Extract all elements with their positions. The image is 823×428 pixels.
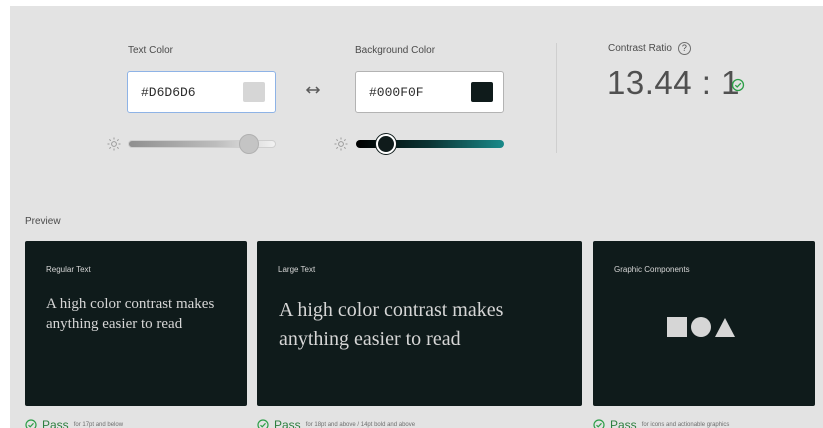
result-large: Pass for 18pt and above / 14pt bold and … <box>257 418 415 428</box>
preview-card-large: Large Text A high color contrast makes a… <box>257 241 582 406</box>
card-body-text: A high color contrast makes anything eas… <box>279 299 504 350</box>
check-circle-icon <box>25 419 37 428</box>
preview-card-regular: Regular Text A high color contrast makes… <box>25 241 247 406</box>
help-icon[interactable]: ? <box>677 42 691 55</box>
graphic-shapes <box>667 317 735 337</box>
result-status: Pass <box>42 418 69 428</box>
text-color-hex[interactable]: #D6D6D6 <box>141 85 243 100</box>
text-color-swatch[interactable] <box>243 82 265 102</box>
result-note: for icons and actionable graphics <box>641 422 730 428</box>
brightness-icon <box>107 137 121 151</box>
background-color-label: Background Color <box>355 45 436 56</box>
result-note: for 17pt and below <box>73 422 124 428</box>
card-body-text: A high color contrast makes anything eas… <box>46 296 215 332</box>
background-color-input[interactable]: #000F0F <box>355 71 504 113</box>
section-divider <box>556 43 557 153</box>
background-brightness-thumb[interactable] <box>375 134 396 154</box>
result-regular: Pass for 17pt and below <box>25 418 123 428</box>
background-brightness-slider[interactable] <box>356 132 504 156</box>
triangle-shape <box>715 317 735 337</box>
preview-card-graphic: Graphic Components <box>593 241 815 406</box>
contrast-ratio-label-text: Contrast Ratio <box>608 43 672 54</box>
text-color-label: Text Color <box>128 45 174 56</box>
background-color-swatch[interactable] <box>471 82 493 102</box>
card-title: Regular Text <box>46 265 91 274</box>
result-graphic: Pass for icons and actionable graphics <box>593 418 729 428</box>
contrast-ratio-value: 13.44 : 1 <box>607 64 740 101</box>
result-status: Pass <box>610 418 637 428</box>
swap-colors-icon[interactable] <box>304 83 322 97</box>
check-circle-icon <box>257 419 269 428</box>
card-title: Large Text <box>278 265 316 274</box>
text-brightness-slider[interactable] <box>128 132 276 156</box>
text-color-input[interactable]: #D6D6D6 <box>127 71 276 113</box>
brightness-icon <box>334 137 348 151</box>
result-status: Pass <box>274 418 301 428</box>
circle-shape <box>691 317 711 337</box>
preview-label: Preview <box>25 216 61 227</box>
check-circle-icon <box>731 78 745 92</box>
card-title: Graphic Components <box>614 265 690 274</box>
square-shape <box>667 317 687 337</box>
contrast-ratio-label: Contrast Ratio ? <box>608 42 691 55</box>
result-note: for 18pt and above / 14pt bold and above <box>305 422 416 428</box>
background-color-hex[interactable]: #000F0F <box>369 85 471 100</box>
text-brightness-thumb[interactable] <box>239 134 260 154</box>
check-circle-icon <box>593 419 605 428</box>
